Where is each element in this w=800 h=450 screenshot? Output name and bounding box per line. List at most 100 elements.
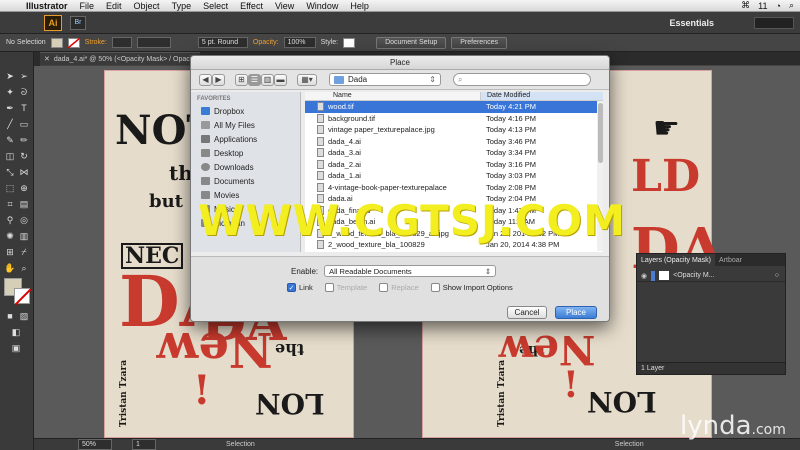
- width-tool-icon[interactable]: ⋈: [18, 166, 30, 178]
- show-import-options-checkbox[interactable]: Show Import Options: [430, 283, 513, 292]
- template-checkbox[interactable]: Template: [324, 283, 367, 292]
- dialog-search-input[interactable]: ⌕: [453, 73, 591, 86]
- file-row[interactable]: 2_wood_texture_bla_100829_as.jpg Jan 20, …: [305, 228, 603, 240]
- menu-file[interactable]: File: [74, 1, 101, 11]
- pencil-tool-icon[interactable]: ✏: [18, 134, 30, 146]
- lasso-tool-icon[interactable]: ᘐ: [18, 86, 30, 98]
- file-row[interactable]: vintage paper_texturepalace.jpg Today 4:1…: [305, 124, 603, 136]
- fill-swatch[interactable]: [50, 37, 63, 48]
- target-icon[interactable]: ○: [775, 272, 779, 279]
- rotate-tool-icon[interactable]: ↻: [18, 150, 30, 162]
- sidebar-item-downloads[interactable]: Downloads: [191, 160, 300, 174]
- sidebar-item-applications[interactable]: Applications: [191, 132, 300, 146]
- workspace-switcher[interactable]: Essentials: [669, 18, 714, 28]
- shape-builder-icon[interactable]: ⊕: [18, 182, 30, 194]
- place-button[interactable]: Place: [555, 306, 597, 319]
- status-icon[interactable]: ⌘: [741, 0, 750, 11]
- tab-layers[interactable]: Layers (Opacity Mask): [637, 254, 716, 266]
- sidebar-item-dropbox[interactable]: Dropbox: [191, 104, 300, 118]
- selection-tool-icon[interactable]: ➤: [4, 70, 16, 82]
- file-row[interactable]: dada.ai Today 2:04 PM: [305, 193, 603, 205]
- graph-tool-icon[interactable]: ▥: [18, 230, 30, 242]
- sidebar-item-victorian[interactable]: Victorian: [191, 216, 300, 230]
- preferences-button[interactable]: Preferences: [451, 36, 507, 49]
- layer-name[interactable]: <Opacity M...: [673, 272, 714, 279]
- file-row[interactable]: dada_4.ai Today 3:46 PM: [305, 136, 603, 148]
- sidebar-item-movies[interactable]: Movies: [191, 188, 300, 202]
- file-row[interactable]: background.tif Today 4:16 PM: [305, 113, 603, 125]
- gradient-mode-icon[interactable]: ▨: [18, 310, 30, 322]
- name-column-header[interactable]: Name: [305, 92, 480, 100]
- link-checkbox[interactable]: ✓ Link: [287, 283, 313, 292]
- file-row[interactable]: dada_2.ai Today 3:16 PM: [305, 159, 603, 171]
- tab-artboards[interactable]: Artboar: [715, 254, 746, 266]
- document-setup-button[interactable]: Document Setup: [376, 36, 447, 49]
- file-row[interactable]: dada_begin.ai Today 11:3 AM: [305, 216, 603, 228]
- cancel-button[interactable]: Cancel: [507, 306, 547, 319]
- document-tab[interactable]: ✕ dada_4.ai* @ 50% (<Opacity Mask> / Opac…: [40, 52, 200, 65]
- help-search-input[interactable]: [754, 16, 794, 29]
- layer-row[interactable]: ◉ <Opacity M... ○: [637, 270, 785, 282]
- draw-mode-icon[interactable]: ◧: [10, 326, 22, 338]
- zoom-select[interactable]: 50%: [78, 439, 112, 450]
- menu-edit[interactable]: Edit: [100, 1, 128, 11]
- enable-select[interactable]: All Readable Documents ⇕: [324, 265, 497, 277]
- sidebar-item-desktop[interactable]: Desktop: [191, 146, 300, 160]
- column-view-icon[interactable]: ▥: [261, 73, 274, 86]
- rectangle-tool-icon[interactable]: ▭: [18, 118, 30, 130]
- artboard-tool-icon[interactable]: ⊞: [4, 246, 16, 258]
- scrollbar-thumb[interactable]: [597, 103, 603, 163]
- eye-icon[interactable]: ◉: [641, 272, 647, 280]
- file-list-scrollbar[interactable]: [597, 101, 603, 251]
- stroke-weight-field[interactable]: [111, 37, 132, 48]
- sidebar-item-documents[interactable]: Documents: [191, 174, 300, 188]
- opacity-label[interactable]: Opacity:: [253, 39, 279, 46]
- opacity-field[interactable]: 100%: [283, 37, 316, 48]
- gradient-tool-icon[interactable]: ▤: [18, 198, 30, 210]
- search-icon[interactable]: ⌕: [789, 0, 794, 11]
- zoom-tool-icon[interactable]: ⌕: [18, 262, 30, 274]
- forward-button[interactable]: ▶: [212, 73, 225, 86]
- menu-help[interactable]: Help: [344, 1, 375, 11]
- eyedropper-icon[interactable]: ⚲: [4, 214, 16, 226]
- free-transform-icon[interactable]: ⬚: [4, 182, 16, 194]
- icon-view-icon[interactable]: ⊞: [235, 73, 248, 86]
- style-swatch[interactable]: [343, 37, 356, 48]
- menu-app-name[interactable]: Illustrator: [20, 1, 74, 11]
- scale-tool-icon[interactable]: ⤡: [4, 166, 16, 178]
- menu-effect[interactable]: Effect: [234, 1, 269, 11]
- mesh-tool-icon[interactable]: ⌗: [4, 198, 16, 210]
- menu-window[interactable]: Window: [300, 1, 344, 11]
- pen-tool-icon[interactable]: ✒: [4, 102, 16, 114]
- location-select[interactable]: Dada ⇕: [329, 73, 441, 86]
- stroke-color-icon[interactable]: [14, 288, 32, 306]
- replace-checkbox[interactable]: Replace: [379, 283, 419, 292]
- file-row-selected[interactable]: wood.tif Today 4:21 PM: [305, 101, 603, 113]
- status-mode-right[interactable]: Selection: [615, 441, 644, 448]
- file-row[interactable]: dada_3.ai Today 3:34 PM: [305, 147, 603, 159]
- stroke-swatch[interactable]: [67, 37, 80, 48]
- file-row[interactable]: dada_final.ai Today 1:47 PM: [305, 205, 603, 217]
- bridge-button[interactable]: Br: [70, 15, 86, 30]
- eraser-tool-icon[interactable]: ◫: [4, 150, 16, 162]
- coverflow-view-icon[interactable]: ▬: [274, 73, 287, 86]
- color-mode-icon[interactable]: ■: [4, 310, 16, 322]
- menu-type[interactable]: Type: [166, 1, 198, 11]
- arrange-menu-icon[interactable]: ▦▾: [297, 73, 317, 86]
- direct-selection-tool-icon[interactable]: ➢: [18, 70, 30, 82]
- brush-tool-icon[interactable]: ✎: [4, 134, 16, 146]
- type-tool-icon[interactable]: T: [18, 102, 30, 114]
- file-row[interactable]: 4-vintage-book-paper-texturepalace Today …: [305, 182, 603, 194]
- menu-view[interactable]: View: [269, 1, 300, 11]
- dialog-titlebar[interactable]: Place: [191, 56, 609, 70]
- file-row[interactable]: 2_wood_texture_bla_100829 Jan 20, 2014 4:…: [305, 239, 603, 251]
- menu-select[interactable]: Select: [197, 1, 234, 11]
- stroke-profile-select[interactable]: [136, 37, 171, 48]
- sidebar-item-music[interactable]: Music: [191, 202, 300, 216]
- artboard-navigation[interactable]: 1: [132, 439, 156, 450]
- back-button[interactable]: ◀: [199, 73, 212, 86]
- blend-tool-icon[interactable]: ◎: [18, 214, 30, 226]
- list-view-icon[interactable]: ☰: [248, 73, 261, 86]
- date-column-header[interactable]: Date Modified: [480, 92, 603, 100]
- menu-object[interactable]: Object: [128, 1, 166, 11]
